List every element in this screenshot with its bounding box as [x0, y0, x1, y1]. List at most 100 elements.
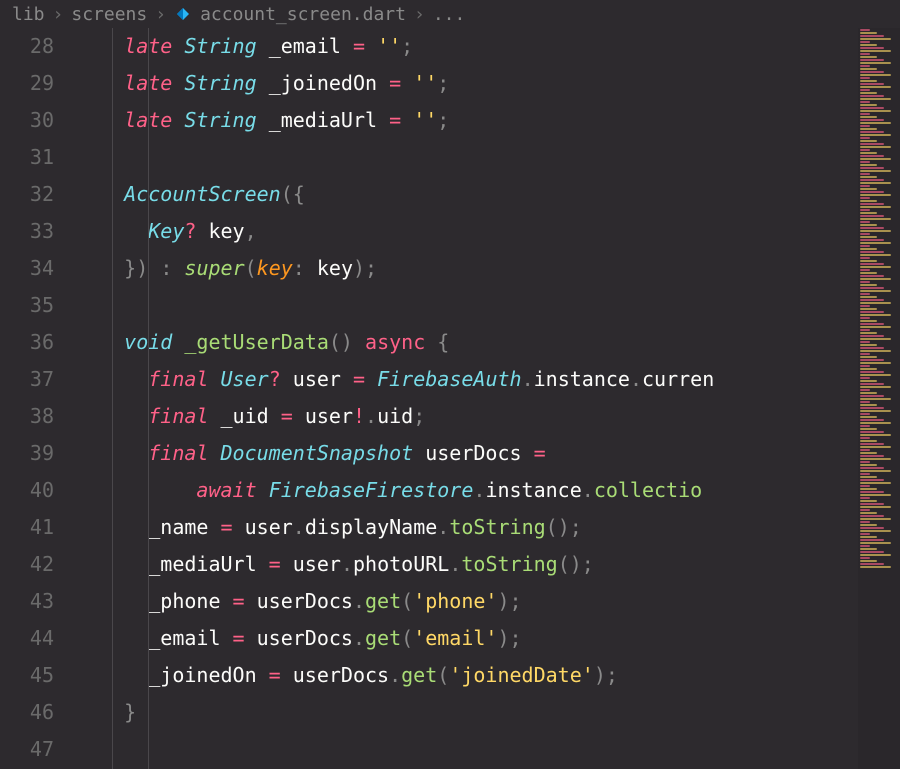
code-line[interactable]: _joinedOn = userDocs.get('joinedDate');: [76, 657, 900, 694]
code-token: user: [305, 404, 353, 428]
code-token: get: [365, 589, 401, 613]
code-line[interactable]: late String _mediaUrl = '';: [76, 102, 900, 139]
breadcrumb-file[interactable]: account_screen.dart: [200, 4, 406, 25]
minimap-line: [860, 554, 891, 556]
chevron-right-icon: ›: [53, 4, 64, 25]
code-token: [365, 34, 377, 58]
line-number: 31: [0, 139, 54, 176]
minimap-line: [860, 452, 877, 454]
minimap-line: [860, 542, 891, 544]
code-line[interactable]: void _getUserData() async {: [76, 324, 900, 361]
minimap-line: [860, 194, 891, 196]
minimap-line: [860, 335, 884, 337]
minimap-line: [860, 524, 877, 526]
breadcrumb-folder[interactable]: lib: [12, 4, 45, 25]
minimap-line: [860, 170, 891, 172]
code-token: ;: [437, 71, 449, 95]
code-line[interactable]: final DocumentSnapshot userDocs =: [76, 435, 900, 472]
code-token: [76, 700, 124, 724]
code-token: key: [257, 256, 293, 280]
code-token: _name: [148, 515, 208, 539]
line-number: 34: [0, 250, 54, 287]
minimap-line: [860, 254, 891, 256]
minimap-line: [860, 209, 870, 211]
code-token: [76, 330, 124, 354]
minimap-line: [860, 320, 877, 322]
line-number: 33: [0, 213, 54, 250]
minimap-line: [860, 299, 884, 301]
code-line[interactable]: _name = user.displayName.toString();: [76, 509, 900, 546]
minimap-line: [860, 95, 884, 97]
minimap-line: [860, 491, 884, 493]
editor[interactable]: 2829303132333435363738394041424344454647…: [0, 28, 900, 769]
code-area[interactable]: late String _email = ''; late String _jo…: [76, 28, 900, 769]
code-line[interactable]: }: [76, 694, 900, 731]
indent-guide: [148, 28, 149, 769]
code-token: _getUserData: [184, 330, 329, 354]
minimap-line: [860, 539, 884, 541]
code-token: [353, 330, 365, 354]
minimap-line: [860, 104, 877, 106]
line-number: 40: [0, 472, 54, 509]
code-token: _joinedOn: [269, 71, 377, 95]
minimap-line: [860, 521, 870, 523]
code-token: user: [293, 367, 341, 391]
code-token: [221, 589, 233, 613]
code-line[interactable]: final _uid = user!.uid;: [76, 398, 900, 435]
code-token: [293, 404, 305, 428]
code-token: =: [353, 367, 365, 391]
code-line[interactable]: Key? key,: [76, 213, 900, 250]
minimap-line: [860, 410, 891, 412]
minimap-line: [860, 239, 884, 241]
code-line[interactable]: _phone = userDocs.get('phone');: [76, 583, 900, 620]
minimap-line: [860, 176, 877, 178]
code-line[interactable]: [76, 139, 900, 176]
minimap-line: [860, 59, 884, 61]
minimap-line: [860, 326, 891, 328]
minimap-line: [860, 383, 884, 385]
code-line[interactable]: _email = userDocs.get('email');: [76, 620, 900, 657]
minimap-line: [860, 227, 884, 229]
minimap-line: [860, 272, 877, 274]
code-token: [172, 330, 184, 354]
code-line[interactable]: AccountScreen({: [76, 176, 900, 213]
code-token: (: [437, 663, 449, 687]
code-line[interactable]: _mediaUrl = user.photoURL.toString();: [76, 546, 900, 583]
code-token: final: [148, 404, 208, 428]
code-token: collectio: [594, 478, 702, 502]
minimap-line: [860, 509, 870, 511]
minimap-line: [860, 374, 891, 376]
minimap-line: [860, 110, 891, 112]
minimap-line: [860, 119, 884, 121]
code-line[interactable]: [76, 287, 900, 324]
code-token: [341, 34, 353, 58]
minimap-line: [860, 563, 884, 565]
minimap-line: [860, 413, 870, 415]
code-token: 'phone': [413, 589, 497, 613]
minimap-line: [860, 68, 877, 70]
breadcrumb-trail[interactable]: ...: [433, 4, 466, 25]
minimap-line: [860, 305, 870, 307]
code-token: =: [534, 441, 546, 465]
code-line[interactable]: }) : super(key: key);: [76, 250, 900, 287]
code-token: userDocs: [257, 626, 353, 650]
minimap-line: [860, 53, 870, 55]
breadcrumb-folder[interactable]: screens: [71, 4, 147, 25]
minimap-line: [860, 404, 877, 406]
line-number: 29: [0, 65, 54, 102]
minimap-line: [860, 473, 870, 475]
code-line[interactable]: await FirebaseFirestore.instance.collect…: [76, 472, 900, 509]
minimap[interactable]: [858, 28, 900, 769]
line-number: 45: [0, 657, 54, 694]
code-line[interactable]: [76, 731, 900, 768]
code-line[interactable]: late String _email = '';: [76, 28, 900, 65]
minimap-line: [860, 179, 884, 181]
code-line[interactable]: late String _joinedOn = '';: [76, 65, 900, 102]
minimap-line: [860, 560, 877, 562]
breadcrumb[interactable]: lib › screens › account_screen.dart › ..…: [0, 0, 900, 28]
code-token: );: [353, 256, 377, 280]
minimap-line: [860, 380, 877, 382]
code-line[interactable]: final User? user = FirebaseAuth.instance…: [76, 361, 900, 398]
minimap-line: [860, 557, 870, 559]
code-token: ;: [437, 108, 449, 132]
